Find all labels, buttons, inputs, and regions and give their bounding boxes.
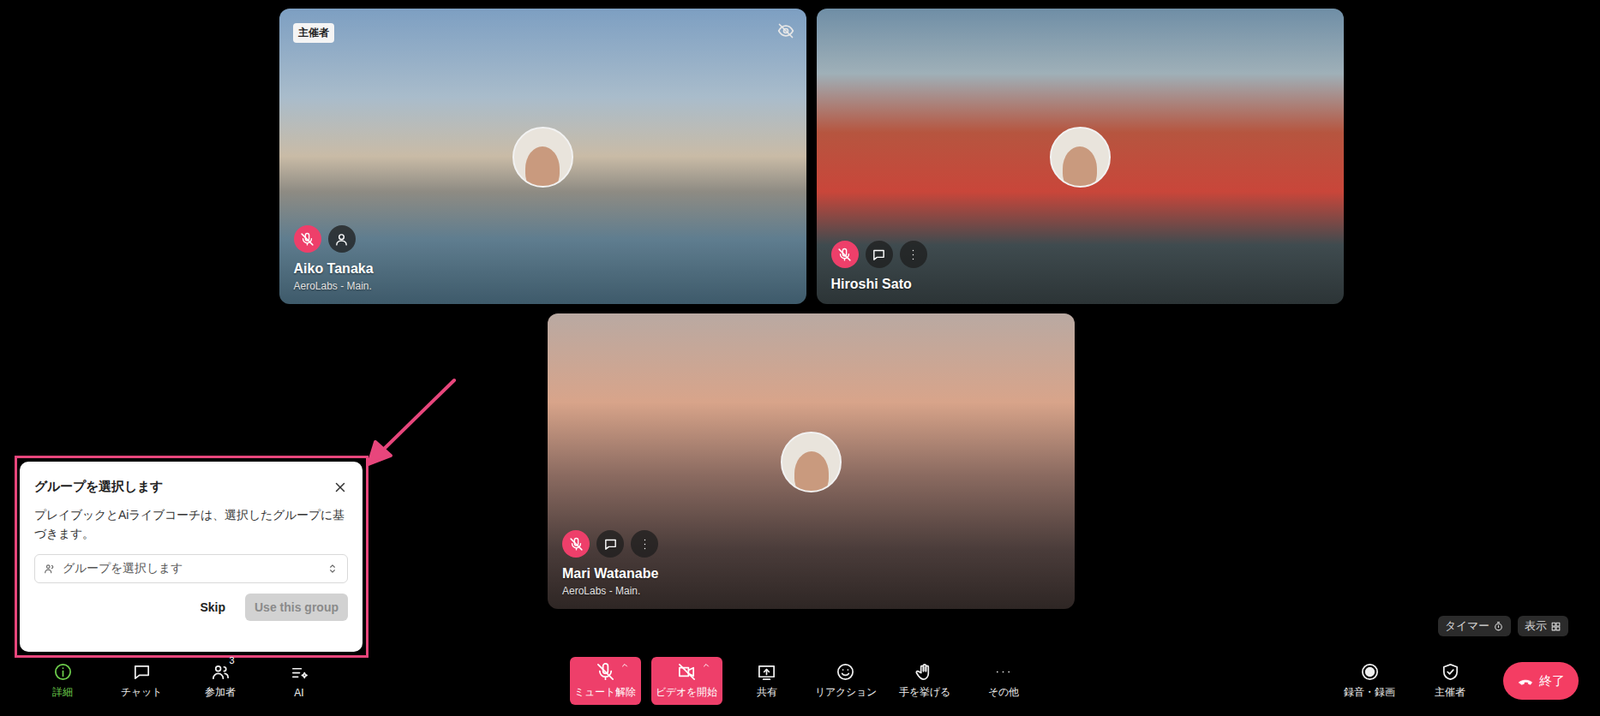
avatar [1049, 126, 1111, 188]
tile-info: Hiroshi Sato [831, 240, 928, 293]
chat-icon [603, 537, 618, 552]
chevron-updown-icon [326, 563, 339, 576]
meeting-screen: 主催者 Aiko Tanaka AeroLabs - Main. Hiroshi Sa… [0, 0, 1600, 716]
use-group-button[interactable]: Use this group [245, 593, 348, 622]
mic-button[interactable] [293, 225, 322, 253]
chat-icon [871, 247, 887, 263]
mic-off-icon [569, 537, 584, 552]
chat-tab[interactable]: チャット [107, 657, 176, 706]
view-controls: タイマー 表示 [1438, 616, 1569, 637]
phone-end-icon [1516, 672, 1535, 690]
more-button[interactable]: その他 [969, 657, 1038, 706]
chat-button[interactable] [865, 240, 893, 269]
tile-controls [562, 530, 659, 558]
grid-icon [1550, 621, 1562, 633]
participants-tab[interactable]: 3参加者 [185, 657, 255, 706]
meeting-toolbar: 詳細チャット3参加者AIミュート解除ビデオを開始共有リアクション手を挙げるその他… [0, 653, 1600, 716]
hand-icon [914, 662, 935, 683]
mic-button[interactable] [562, 530, 590, 558]
toolbar-left: 詳細チャット3参加者AI [28, 657, 570, 706]
participant-name: Hiroshi Sato [831, 276, 928, 293]
participant-tile[interactable]: Hiroshi Sato [816, 8, 1344, 305]
start-video-button[interactable]: ビデオを開始 [651, 657, 723, 706]
profile-button[interactable] [328, 225, 356, 253]
details-tab[interactable]: 詳細 [28, 657, 97, 706]
users-icon [43, 563, 56, 576]
dialog-title: グループを選択します [34, 479, 163, 496]
tile-info: Aiko Tanaka AeroLabs - Main. [293, 225, 374, 293]
dialog-text: プレイブックとAiライブコーチは、選択したグループに基づきます。 [34, 505, 348, 545]
dialog-actions: Skip Use this group [34, 593, 348, 622]
people-icon [210, 662, 231, 683]
caret-icon[interactable] [619, 660, 630, 672]
more-vertical-icon [905, 247, 921, 263]
reaction-button[interactable]: リアクション [811, 657, 881, 706]
eye-off-icon[interactable] [777, 22, 795, 40]
mic-button[interactable] [831, 240, 859, 269]
ai-icon [289, 664, 310, 684]
participant-count: 3 [229, 655, 235, 666]
more-button[interactable] [630, 530, 659, 558]
timer-icon [1492, 621, 1505, 633]
info-icon [53, 662, 73, 683]
record-button[interactable]: 録音・録画 [1335, 657, 1404, 706]
tile-info: Mari Watanabe AeroLabs - Main. [562, 530, 659, 598]
unmute-button[interactable]: ミュート解除 [569, 657, 642, 706]
participant-group: AeroLabs - Main. [293, 280, 374, 293]
video-row: 主催者 Aiko Tanaka AeroLabs - Main. Hiroshi Sa… [279, 8, 1344, 305]
caret-icon[interactable] [701, 660, 712, 672]
group-select-dialog: グループを選択しますプレイブックとAiライブコーチは、選択したグループに基づきま… [19, 461, 363, 653]
more-button[interactable] [899, 240, 928, 269]
participant-name: Mari Watanabe [562, 566, 659, 582]
smile-icon [835, 662, 856, 683]
video-row: Mari Watanabe AeroLabs - Main. [547, 313, 1075, 610]
toolbar-right: 録音・録画主催者終了 [1037, 657, 1580, 706]
raise-hand-button[interactable]: 手を挙げる [890, 657, 959, 706]
tile-controls [831, 240, 928, 269]
participant-tile[interactable]: 主催者 Aiko Tanaka AeroLabs - Main. [279, 8, 807, 305]
tile-controls [293, 225, 374, 253]
chat-button[interactable] [596, 530, 624, 558]
avatar [512, 126, 574, 188]
participant-name: Aiko Tanaka [293, 261, 374, 277]
person-icon [334, 232, 349, 247]
ai-tab[interactable]: AI [264, 659, 334, 705]
mic-off-icon [837, 247, 852, 263]
more-icon [993, 662, 1013, 683]
chat-icon [131, 662, 152, 683]
participant-group: AeroLabs - Main. [562, 585, 659, 598]
shield-icon [1440, 662, 1461, 683]
share-button[interactable]: 共有 [732, 657, 802, 706]
micoff-icon [595, 662, 616, 683]
close-icon[interactable] [332, 479, 348, 496]
timer-button[interactable]: タイマー [1438, 616, 1511, 637]
skip-button[interactable]: Skip [190, 593, 235, 622]
host-button[interactable]: 主催者 [1415, 657, 1485, 706]
participant-tile[interactable]: Mari Watanabe AeroLabs - Main. [547, 313, 1075, 610]
end-button[interactable]: 終了 [1503, 662, 1579, 701]
arrow-icon [359, 377, 463, 472]
more-vertical-icon [637, 537, 653, 552]
share-icon [756, 662, 777, 683]
videooff-icon [677, 662, 697, 683]
mic-off-icon [299, 232, 315, 247]
select-placeholder: グループを選択します [62, 561, 320, 577]
avatar [780, 431, 842, 493]
view-button[interactable]: 表示 [1517, 616, 1569, 637]
record-icon [1360, 662, 1380, 683]
dialog-header: グループを選択します [34, 479, 348, 496]
toolbar-center: ミュート解除ビデオを開始共有リアクション手を挙げるその他 [569, 657, 1038, 706]
host-badge: 主催者 [293, 23, 335, 43]
group-select[interactable]: グループを選択します [34, 554, 348, 584]
